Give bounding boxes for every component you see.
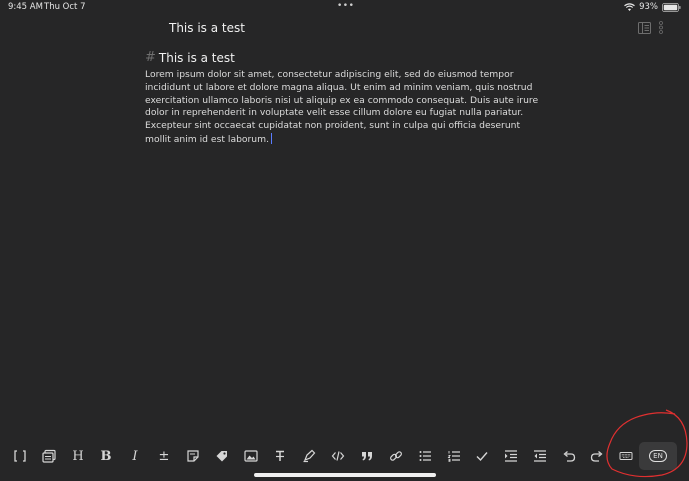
- bold-button[interactable]: B: [95, 445, 117, 467]
- bold-label: B: [100, 448, 112, 464]
- image-button[interactable]: [240, 445, 262, 467]
- tag-icon: [216, 451, 227, 462]
- strikethrough-icon: [276, 450, 284, 461]
- checkmark-icon: [476, 452, 488, 462]
- bullet-list-button[interactable]: [414, 445, 436, 467]
- text-cursor: [271, 132, 272, 144]
- undo-icon: [563, 451, 576, 462]
- plus-minus-button[interactable]: ±: [153, 445, 175, 467]
- link-button[interactable]: [385, 445, 407, 467]
- status-time: 9:45 AM: [8, 2, 43, 12]
- italic-button[interactable]: I: [124, 445, 146, 467]
- status-bar: 9:45 AM Thu Oct 7 ••• 93%: [0, 0, 689, 14]
- undo-button[interactable]: [558, 445, 580, 467]
- plus-minus-label: ±: [158, 448, 170, 464]
- strikethrough-button[interactable]: [269, 445, 291, 467]
- quote-icon: [362, 452, 372, 461]
- highlighter-icon: [303, 449, 316, 463]
- body-paragraph[interactable]: Lorem ipsum dolor sit amet, consectetur …: [145, 69, 545, 147]
- redo-button[interactable]: [586, 445, 608, 467]
- embed-note-icon: [42, 449, 56, 463]
- status-date: Thu Oct 7: [44, 2, 86, 12]
- outdent-button[interactable]: [529, 445, 551, 467]
- hide-keyboard-button[interactable]: [615, 445, 637, 467]
- battery-percent: 93%: [639, 2, 658, 12]
- redo-icon: [590, 451, 603, 462]
- tag-button[interactable]: [211, 445, 233, 467]
- body-text: Lorem ipsum dolor sit amet, consectetur …: [145, 69, 539, 145]
- language-badge: EN: [649, 450, 667, 462]
- keyboard-language-button[interactable]: EN: [639, 442, 677, 470]
- wikilink-button[interactable]: [9, 445, 31, 467]
- sidebar-toggle-icon[interactable]: [638, 21, 651, 34]
- quote-button[interactable]: [356, 445, 378, 467]
- editor-area[interactable]: # This is a test Lorem ipsum dolor sit a…: [145, 50, 545, 147]
- embed-button[interactable]: [38, 445, 60, 467]
- numbered-list-icon: [447, 451, 460, 462]
- sticky-note-icon: [187, 450, 199, 462]
- indent-button[interactable]: [500, 445, 522, 467]
- home-indicator[interactable]: [254, 473, 436, 477]
- comment-button[interactable]: [182, 445, 204, 467]
- link-icon: [390, 451, 402, 461]
- heading-button[interactable]: H: [67, 445, 89, 467]
- document-heading[interactable]: # This is a test: [145, 50, 545, 65]
- bullet-list-icon: [419, 451, 431, 461]
- heading-marker: #: [145, 50, 156, 65]
- formatting-toolbar: H B I ± EN: [0, 442, 689, 470]
- ipad-screen: 9:45 AM Thu Oct 7 ••• 93% This is a test: [0, 0, 689, 481]
- highlight-button[interactable]: [298, 445, 320, 467]
- indent-icon: [505, 450, 517, 462]
- outdent-icon: [534, 450, 546, 462]
- wifi-icon: [624, 2, 635, 11]
- heading-label: H: [72, 448, 84, 464]
- italic-label: I: [132, 448, 138, 464]
- checklist-button[interactable]: [471, 445, 493, 467]
- numbered-list-button[interactable]: [443, 445, 465, 467]
- heading-text: This is a test: [158, 50, 235, 65]
- image-icon: [244, 450, 258, 462]
- more-options-icon[interactable]: [659, 21, 663, 34]
- status-right: 93%: [624, 2, 681, 12]
- battery-icon: [662, 2, 681, 12]
- keyboard-icon: [619, 452, 633, 460]
- document-title: This is a test: [169, 21, 245, 35]
- topbar-actions: [638, 21, 663, 34]
- code-icon: [331, 451, 345, 461]
- brackets-icon: [14, 450, 26, 462]
- multitasking-dots-icon[interactable]: •••: [337, 1, 354, 11]
- code-button[interactable]: [327, 445, 349, 467]
